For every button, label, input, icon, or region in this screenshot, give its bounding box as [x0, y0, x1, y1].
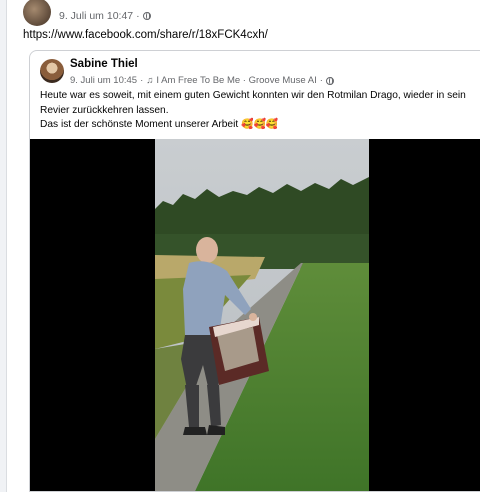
globe-icon — [142, 12, 151, 20]
audio-track[interactable]: I Am Free To Be Me · Groove Muse AI — [156, 75, 316, 86]
video-frame[interactable] — [155, 139, 369, 491]
video-player[interactable] — [30, 139, 480, 491]
author-name[interactable]: Sabine Thiel — [70, 58, 138, 70]
outer-post-card: 9. Juli um 10:47 · https://www.facebook.… — [6, 0, 480, 492]
outer-post-meta: 9. Juli um 10:47 · — [59, 10, 151, 22]
meta-separator: · — [319, 75, 323, 86]
shared-timestamp[interactable]: 9. Juli um 10:45 — [70, 75, 137, 86]
post-text-line: Heute war es soweit, mit einem guten Gew… — [40, 90, 466, 116]
post-text-line: Das ist der schönste Moment unserer Arbe… — [40, 118, 470, 133]
author-avatar[interactable] — [40, 59, 64, 83]
post-text-last: Das ist der schönste Moment unserer Arbe… — [40, 119, 239, 130]
outer-avatar[interactable] — [23, 0, 51, 26]
globe-icon — [325, 76, 334, 85]
meta-separator: · — [140, 75, 144, 86]
outer-timestamp[interactable]: 9. Juli um 10:47 — [59, 10, 133, 22]
meta-separator: · — [136, 10, 140, 22]
shared-post-meta: 9. Juli um 10:45 · ♫ I Am Free To Be Me … — [70, 75, 334, 86]
video-scene-image — [155, 139, 369, 491]
post-text: Heute war es soweit, mit einem guten Gew… — [40, 89, 470, 133]
shared-post-card: Sabine Thiel 9. Juli um 10:45 · ♫ I Am F… — [29, 50, 480, 492]
music-note-icon: ♫ — [146, 75, 154, 86]
smiling-hearts-emoji-icon: 🥰🥰🥰 — [241, 119, 279, 130]
shared-link[interactable]: https://www.facebook.com/share/r/18xFCK4… — [23, 29, 268, 41]
